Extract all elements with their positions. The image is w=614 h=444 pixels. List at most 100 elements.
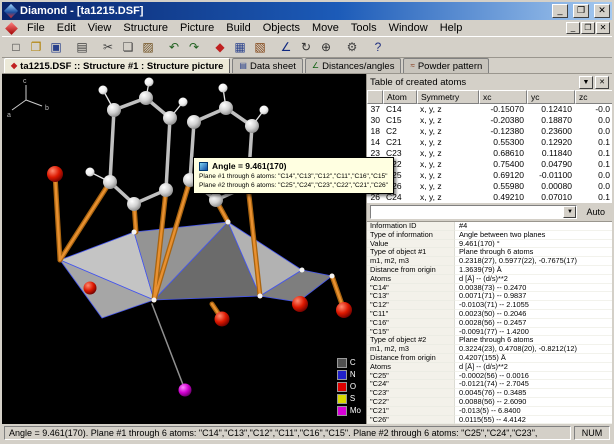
- menu-item[interactable]: Tools: [345, 22, 383, 34]
- table-row[interactable]: 30 C15 x, y, z -0.20380 0.18870 0.0: [367, 115, 612, 126]
- info-row[interactable]: m1, m2, m3 0.2318(27), 0.5977(22), -0.76…: [367, 257, 612, 266]
- column-xc[interactable]: xc: [479, 90, 527, 104]
- menu-item[interactable]: Window: [383, 22, 434, 34]
- table-row[interactable]: 14 C21 x, y, z 0.55300 0.12920 0.1: [367, 137, 612, 148]
- row-number: 37: [367, 104, 383, 115]
- info-row[interactable]: "C13" 0.0071(71) -- 0.9837: [367, 292, 612, 301]
- info-row[interactable]: Distance from origin 0.4207(155) Å: [367, 354, 612, 363]
- info-row[interactable]: Type of object #1 Plane through 6 atoms: [367, 248, 612, 257]
- picture-icon[interactable]: ▧: [250, 37, 270, 57]
- settings-gear-icon[interactable]: ⚙: [342, 37, 362, 57]
- info-row[interactable]: m1, m2, m3 0.3224(23), 0.4708(20), -0.82…: [367, 345, 612, 354]
- info-row[interactable]: Atoms d [Å] -- (d/s)**2: [367, 275, 612, 284]
- menu-item[interactable]: Picture: [174, 22, 220, 34]
- panel-close-button[interactable]: ✕: [595, 76, 609, 89]
- menu-item[interactable]: Objects: [257, 22, 306, 34]
- info-row[interactable]: "C11" 0.0023(50) -- 0.2046: [367, 310, 612, 319]
- tab-powder-pattern[interactable]: ≈ Powder pattern: [403, 58, 489, 73]
- menu-item[interactable]: Build: [220, 22, 256, 34]
- info-row[interactable]: "C12" -0.0103(71) -- 2.1055: [367, 301, 612, 310]
- menu-item[interactable]: View: [82, 22, 118, 34]
- cut-icon[interactable]: ✂: [98, 37, 118, 57]
- info-row[interactable]: "C24" -0.0121(74) -- 2.7045: [367, 380, 612, 389]
- info-value: 0.0071(71) -- 0.9837: [455, 292, 612, 301]
- menu-item[interactable]: File: [21, 22, 51, 34]
- info-row[interactable]: Type of information Angle between two pl…: [367, 231, 612, 240]
- atom-name: C14: [383, 104, 417, 115]
- app-diamond-icon: [4, 4, 18, 18]
- info-row[interactable]: "C16" 0.0028(56) -- 0.2457: [367, 319, 612, 328]
- help-icon[interactable]: ?: [368, 37, 388, 57]
- tab-data-sheet-label: Data sheet: [250, 61, 296, 72]
- info-row[interactable]: "C15" -0.0091(77) -- 1.4200: [367, 328, 612, 337]
- menu-item[interactable]: Help: [434, 22, 469, 34]
- column-zc[interactable]: zc: [575, 90, 613, 104]
- open-file-icon[interactable]: ❐: [26, 37, 46, 57]
- save-icon[interactable]: ▣: [46, 37, 66, 57]
- paste-icon[interactable]: ▨: [138, 37, 158, 57]
- menu-item[interactable]: Structure: [117, 22, 174, 34]
- filter-combo[interactable]: ▼: [370, 205, 577, 219]
- mdi-minimize-button[interactable]: _: [566, 22, 580, 34]
- info-value: #4: [455, 222, 612, 231]
- print-icon[interactable]: ▤: [72, 37, 92, 57]
- distances-angle-icon[interactable]: ∠: [276, 37, 296, 57]
- structure-diamond-icon[interactable]: ◆: [210, 37, 230, 57]
- info-row[interactable]: Atoms d [Å] -- (d/s)**2: [367, 363, 612, 372]
- rotate-icon[interactable]: ↻: [296, 37, 316, 57]
- table-row[interactable]: 24 C25 x, y, z 0.69120 -0.01100 0.0: [367, 170, 612, 181]
- zoom-icon[interactable]: ⊕: [316, 37, 336, 57]
- menu-item[interactable]: Move: [306, 22, 345, 34]
- info-row[interactable]: Distance from origin 1.3639(79) Å: [367, 266, 612, 275]
- element-color-swatch: [337, 394, 347, 404]
- info-row[interactable]: Value 9.461(170) °: [367, 240, 612, 249]
- legend-item[interactable]: Mo: [337, 405, 361, 416]
- minimize-button[interactable]: _: [552, 4, 568, 18]
- column-yc[interactable]: yc: [527, 90, 575, 104]
- info-row[interactable]: "C21" -0.013(5) -- 6.8400: [367, 407, 612, 416]
- structure-3d-view[interactable]: a b c: [2, 74, 366, 424]
- data-table-icon[interactable]: ▦: [230, 37, 250, 57]
- tab-structure-picture[interactable]: ◆ ta1215.DSF :: Structure #1 : Structure…: [4, 58, 230, 73]
- info-row[interactable]: Type of object #2 Plane through 6 atoms: [367, 336, 612, 345]
- maximize-button[interactable]: ❐: [573, 4, 589, 18]
- info-row[interactable]: "C25" -0.0002(56) -- 0.0016: [367, 372, 612, 381]
- app-window: Diamond - [ta1215.DSF] _ ❐ ✕ File Edit V…: [0, 0, 614, 444]
- info-row[interactable]: "C26" 0.0115(55) -- 4.4142: [367, 416, 612, 424]
- menu-item[interactable]: Edit: [51, 22, 82, 34]
- table-row[interactable]: 26 C24 x, y, z 0.49210 0.07010 0.1: [367, 192, 612, 203]
- info-label: Distance from origin: [367, 354, 455, 363]
- info-row[interactable]: "C14" 0.0038(73) -- 0.2470: [367, 284, 612, 293]
- element-symbol: O: [350, 383, 356, 391]
- table-row[interactable]: 18 C2 x, y, z -0.12380 0.23600 0.0: [367, 126, 612, 137]
- legend-item[interactable]: O: [337, 381, 361, 392]
- information-panel: Information ID #4 Type of information An…: [367, 221, 612, 424]
- mdi-close-button[interactable]: ✕: [596, 22, 610, 34]
- column-symmetry[interactable]: Symmetry: [417, 90, 479, 104]
- table-row[interactable]: 37 C14 x, y, z -0.15070 0.12410 -0.0: [367, 104, 612, 115]
- new-document-icon[interactable]: □: [6, 37, 26, 57]
- chevron-down-icon[interactable]: ▼: [563, 206, 576, 218]
- panel-dropdown-button[interactable]: ▼: [579, 76, 593, 89]
- info-row[interactable]: "C23" 0.0045(76) -- 0.3485: [367, 389, 612, 398]
- table-row[interactable]: 22 C22 x, y, z 0.75400 0.04790 0.1: [367, 159, 612, 170]
- tab-data-sheet[interactable]: ▤ Data sheet: [232, 58, 303, 73]
- info-row[interactable]: Information ID #4: [367, 222, 612, 231]
- copy-icon[interactable]: ❏: [118, 37, 138, 57]
- legend-item[interactable]: S: [337, 393, 361, 404]
- close-button[interactable]: ✕: [594, 4, 610, 18]
- legend-item[interactable]: N: [337, 369, 361, 380]
- atom-xc: -0.12380: [479, 126, 527, 137]
- column-atom[interactable]: Atom: [383, 90, 417, 104]
- auto-button[interactable]: Auto: [582, 207, 609, 217]
- menu-items: File Edit View Structure Picture Build O…: [21, 22, 468, 34]
- redo-icon[interactable]: ↷: [184, 37, 204, 57]
- table-row[interactable]: 25 C26 x, y, z 0.55980 0.00080 0.0: [367, 181, 612, 192]
- tab-distances-angles[interactable]: ∠ Distances/angles: [305, 58, 402, 73]
- mdi-restore-button[interactable]: ❐: [581, 22, 595, 34]
- table-row[interactable]: 23 C23 x, y, z 0.68610 0.11840 0.1: [367, 148, 612, 159]
- info-row[interactable]: "C22" 0.0088(56) -- 2.6090: [367, 398, 612, 407]
- legend-item[interactable]: C: [337, 357, 361, 368]
- column-index[interactable]: [367, 90, 383, 104]
- undo-icon[interactable]: ↶: [164, 37, 184, 57]
